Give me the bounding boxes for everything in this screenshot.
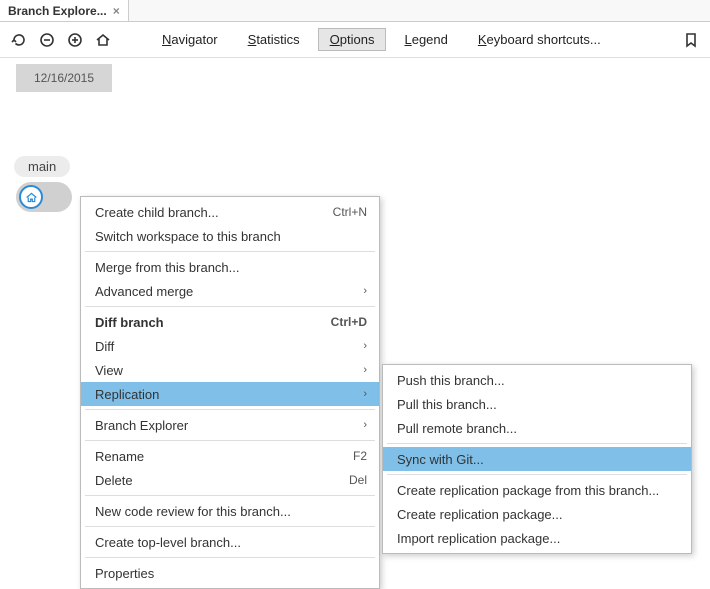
menu-separator (85, 495, 375, 496)
menu-options[interactable]: Options (318, 28, 387, 51)
menu-label: Rename (95, 449, 144, 464)
close-icon[interactable]: × (113, 4, 120, 18)
menu-create-top-level-branch[interactable]: Create top-level branch... (81, 530, 379, 554)
menu-label: Create replication package from this bra… (397, 483, 659, 498)
menu-shortcut: F2 (353, 449, 367, 463)
menu-separator (387, 474, 687, 475)
branch-node[interactable] (16, 182, 72, 212)
menu-label: Create child branch... (95, 205, 219, 220)
chevron-right-icon: › (363, 419, 367, 431)
menu-properties[interactable]: Properties (81, 561, 379, 585)
menu-delete[interactable]: Delete Del (81, 468, 379, 492)
submenu-create-replication-pkg-branch[interactable]: Create replication package from this bra… (383, 478, 691, 502)
context-submenu-replication: Push this branch... Pull this branch... … (382, 364, 692, 554)
menu-label: Create top-level branch... (95, 535, 241, 550)
branch-name: main (28, 159, 56, 174)
menu-advanced-merge[interactable]: Advanced merge › (81, 279, 379, 303)
tab-title: Branch Explore... (8, 4, 107, 18)
menu-statistics[interactable]: Statistics (236, 28, 312, 51)
date-marker: 12/16/2015 (16, 64, 112, 92)
menu-separator (85, 526, 375, 527)
menu-legend[interactable]: Legend (392, 28, 459, 51)
menu-new-code-review[interactable]: New code review for this branch... (81, 499, 379, 523)
branch-label[interactable]: main (14, 156, 70, 177)
menu-label: Create replication package... (397, 507, 562, 522)
menu-separator (85, 440, 375, 441)
menu-replication[interactable]: Replication › (81, 382, 379, 406)
menu-separator (85, 251, 375, 252)
branch-node-circle (19, 185, 43, 209)
menu-label: Pull this branch... (397, 397, 497, 412)
submenu-pull-branch[interactable]: Pull this branch... (383, 392, 691, 416)
tab-bar: Branch Explore... × (0, 0, 710, 22)
menu-label: Branch Explorer (95, 418, 188, 433)
submenu-sync-with-git[interactable]: Sync with Git... (383, 447, 691, 471)
menu-label: View (95, 363, 123, 378)
menu-diff-branch[interactable]: Diff branch Ctrl+D (81, 310, 379, 334)
menu-label: Import replication package... (397, 531, 560, 546)
bookmark-icon[interactable] (680, 29, 702, 51)
menu-shortcut: Ctrl+N (333, 205, 367, 219)
zoom-in-icon[interactable] (64, 29, 86, 51)
menu-label: New code review for this branch... (95, 504, 291, 519)
menu-label: Push this branch... (397, 373, 505, 388)
menu-separator (85, 306, 375, 307)
menu-label: Delete (95, 473, 133, 488)
menu-label: Sync with Git... (397, 452, 484, 467)
menu-shortcut: Del (349, 473, 367, 487)
menu-create-child-branch[interactable]: Create child branch... Ctrl+N (81, 200, 379, 224)
context-menu-branch: Create child branch... Ctrl+N Switch wor… (80, 196, 380, 589)
refresh-icon[interactable] (8, 29, 30, 51)
menu-rename[interactable]: Rename F2 (81, 444, 379, 468)
toolbar: Navigator Statistics Options Legend Keyb… (0, 22, 710, 58)
tab-branch-explorer[interactable]: Branch Explore... × (0, 0, 129, 21)
chevron-right-icon: › (363, 285, 367, 297)
submenu-pull-remote-branch[interactable]: Pull remote branch... (383, 416, 691, 440)
menu-label: Diff branch (95, 315, 164, 330)
menu-label: Pull remote branch... (397, 421, 517, 436)
menu-label: Diff (95, 339, 114, 354)
date-marker-label: 12/16/2015 (34, 71, 94, 85)
menu-label: Replication (95, 387, 159, 402)
home-icon[interactable] (92, 29, 114, 51)
menu-shortcut: Ctrl+D (331, 315, 367, 329)
menu-view[interactable]: View › (81, 358, 379, 382)
menu-diff[interactable]: Diff › (81, 334, 379, 358)
menu-label: Merge from this branch... (95, 260, 240, 275)
chevron-right-icon: › (363, 340, 367, 352)
menu-keyboard-shortcuts[interactable]: Keyboard shortcuts... (466, 28, 613, 51)
home-icon (25, 191, 38, 204)
menu-label: Properties (95, 566, 154, 581)
menu-separator (85, 409, 375, 410)
menu-separator (85, 557, 375, 558)
chevron-right-icon: › (363, 388, 367, 400)
menu-switch-workspace[interactable]: Switch workspace to this branch (81, 224, 379, 248)
menu-separator (387, 443, 687, 444)
zoom-out-icon[interactable] (36, 29, 58, 51)
menu-merge-from[interactable]: Merge from this branch... (81, 255, 379, 279)
submenu-import-replication-pkg[interactable]: Import replication package... (383, 526, 691, 550)
menu-navigator[interactable]: Navigator (150, 28, 230, 51)
chevron-right-icon: › (363, 364, 367, 376)
menu-branch-explorer[interactable]: Branch Explorer › (81, 413, 379, 437)
submenu-create-replication-pkg[interactable]: Create replication package... (383, 502, 691, 526)
menu-label: Advanced merge (95, 284, 193, 299)
menu-label: Switch workspace to this branch (95, 229, 281, 244)
submenu-push-branch[interactable]: Push this branch... (383, 368, 691, 392)
